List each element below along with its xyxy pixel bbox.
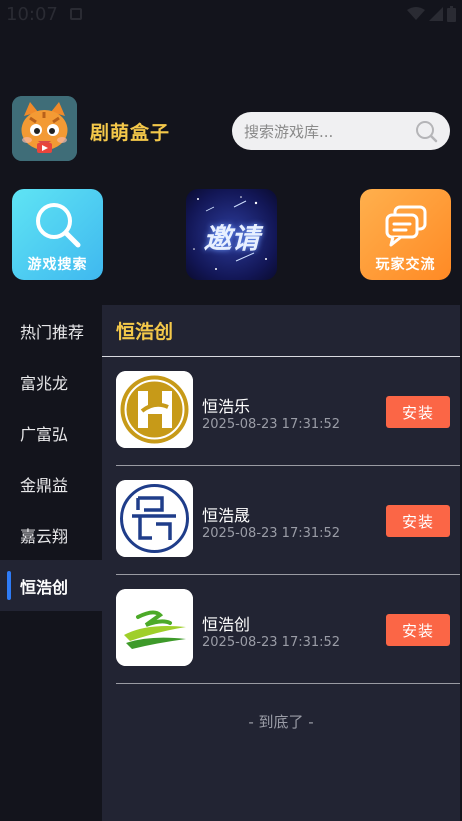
content-panel: 恒浩创 恒浩乐 2025-08-23 17:31:52 安装 恒浩晟 2025-… (102, 305, 460, 821)
invite-label: 邀请 (203, 222, 260, 255)
chat-bubbles-icon (385, 205, 426, 247)
sidebar-item-jindingyi[interactable]: 金鼎益 (0, 458, 102, 509)
category-sidebar: 热门推荐 富兆龙 广富弘 金鼎益 嘉云翔 恒浩创 (0, 305, 102, 821)
game-date: 2025-08-23 17:31:52 (202, 526, 341, 541)
magnifier-icon (35, 203, 80, 248)
sidebar-item-fuzhaolong[interactable]: 富兆龙 (0, 356, 102, 407)
sidebar-item-label: 金鼎益 (20, 475, 69, 495)
game-name: 恒浩创 (202, 615, 251, 634)
game-search-button[interactable]: 游戏搜索 (12, 189, 103, 280)
cat-logo-icon (12, 96, 77, 161)
game-list-item[interactable]: 恒浩乐 2025-08-23 17:31:52 安装 (116, 357, 460, 466)
game-icon (116, 480, 193, 557)
player-chat-button[interactable]: 玩家交流 (360, 189, 451, 280)
sidebar-item-label: 恒浩创 (20, 577, 69, 597)
app-name: 剧萌盒子 (90, 122, 171, 144)
search-input[interactable]: 搜索游戏库... (232, 112, 450, 150)
sidebar-item-label: 嘉云翔 (20, 526, 69, 546)
game-date: 2025-08-23 17:31:52 (202, 417, 341, 432)
status-icons (407, 6, 456, 22)
search-placeholder: 搜索游戏库... (244, 122, 334, 141)
wifi-icon (407, 7, 425, 20)
game-name: 恒浩晟 (202, 506, 251, 525)
quick-actions: 游戏搜索 邀请 玩家交流 (12, 189, 451, 281)
app-logo (12, 96, 77, 161)
game-icon (116, 371, 193, 448)
install-button[interactable]: 安装 (386, 396, 450, 428)
install-button[interactable]: 安装 (386, 614, 450, 646)
game-date: 2025-08-23 17:31:52 (202, 635, 341, 650)
game-list-item[interactable]: 恒浩创 2025-08-23 17:31:52 安装 (116, 575, 460, 684)
sidebar-item-jiayunxiang[interactable]: 嘉云翔 (0, 509, 102, 560)
sidebar-item-guangfuhong[interactable]: 广富弘 (0, 407, 102, 458)
app-header: 剧萌盒子 搜索游戏库... (12, 96, 450, 162)
green-swoosh-logo-icon (116, 589, 193, 666)
sidebar-item-label: 富兆龙 (20, 373, 69, 393)
gold-h-logo-icon (116, 371, 193, 448)
battery-icon (447, 6, 456, 22)
game-list-item[interactable]: 恒浩晟 2025-08-23 17:31:52 安装 (116, 466, 460, 575)
game-icon (116, 589, 193, 666)
invite-button[interactable]: 邀请 (186, 189, 277, 280)
game-name: 恒浩乐 (202, 397, 251, 416)
end-of-list-text: - 到底了 - (248, 713, 314, 731)
blue-circle-logo-icon (116, 480, 193, 557)
install-button[interactable]: 安装 (386, 505, 450, 537)
panel-title: 恒浩创 (102, 305, 460, 357)
sidebar-item-label: 广富弘 (20, 424, 69, 444)
game-search-label: 游戏搜索 (27, 257, 88, 273)
sidebar-item-henghaochuang[interactable]: 恒浩创 (0, 560, 102, 611)
status-bar: 10:07 (0, 0, 462, 32)
sidebar-item-hot[interactable]: 热门推荐 (0, 305, 102, 356)
signal-icon (429, 7, 443, 21)
search-icon[interactable] (414, 119, 438, 143)
notification-icon (70, 8, 82, 20)
status-time: 10:07 (6, 4, 58, 25)
player-chat-label: 玩家交流 (375, 257, 436, 273)
sidebar-item-label: 热门推荐 (20, 322, 85, 342)
